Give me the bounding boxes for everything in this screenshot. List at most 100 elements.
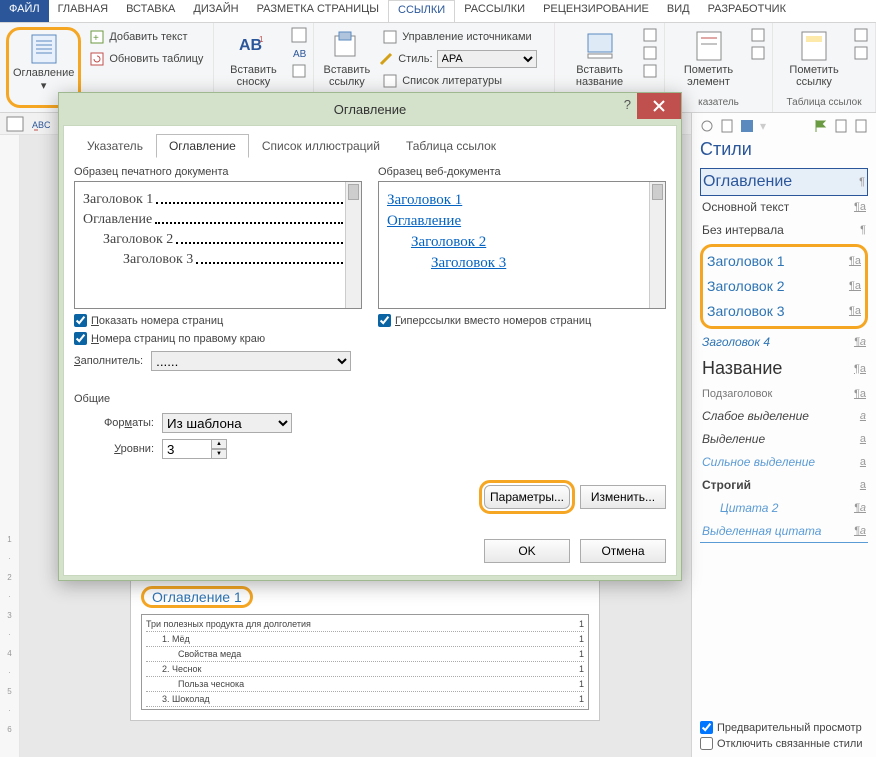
update-index-icon[interactable]: [750, 45, 766, 61]
style-emphasis[interactable]: Выделениеa: [700, 428, 868, 451]
style-h3[interactable]: Заголовок 3¶a: [705, 299, 863, 324]
spin-down[interactable]: ▼: [211, 449, 227, 459]
add-text-icon: +: [89, 29, 105, 45]
mark-entry-label: Пометить элемент: [675, 64, 742, 88]
levels-input[interactable]: [162, 439, 212, 459]
tab-insert[interactable]: ВСТАВКА: [117, 0, 184, 22]
bibliography-button[interactable]: Список литературы: [378, 71, 548, 91]
dlg-tab-figures[interactable]: Список иллюстраций: [249, 134, 393, 158]
options-button[interactable]: Параметры...: [484, 485, 570, 509]
web-preview-box: Заголовок 1ОглавлениеЗаголовок 2Заголово…: [378, 181, 666, 309]
save-icon[interactable]: [740, 119, 754, 133]
chk-linked[interactable]: Отключить связанные стили: [700, 737, 868, 750]
cancel-button[interactable]: Отмена: [580, 539, 666, 563]
ok-button[interactable]: OK: [484, 539, 570, 563]
spellcheck-icon[interactable]: ABC: [32, 116, 50, 132]
update-table-button[interactable]: Обновить таблицу: [85, 49, 207, 69]
chk-show-pages[interactable]: Показать номера страниц: [74, 314, 362, 327]
formats-label: Форматы:: [88, 417, 154, 429]
style-select[interactable]: APA: [437, 50, 537, 68]
dialog-body: Указатель Оглавление Список иллюстраций …: [63, 125, 677, 576]
style-strong[interactable]: Строгийa: [700, 474, 868, 497]
dlg-tab-index[interactable]: Указатель: [74, 134, 156, 158]
svg-text:ABC: ABC: [32, 120, 50, 130]
toc-heading[interactable]: Оглавление 1: [141, 586, 253, 608]
doc2-icon[interactable]: [834, 119, 848, 133]
style-icon: [378, 51, 394, 67]
toc-dialog: Оглавление ? Указатель Оглавление Список…: [58, 92, 682, 581]
page-width-icon[interactable]: [6, 116, 24, 132]
style-subtle-emphasis[interactable]: Слабое выделениеa: [700, 405, 868, 428]
dropdown-arrow-icon: ▾: [41, 79, 47, 92]
dialog-tabs: Указатель Оглавление Список иллюстраций …: [74, 134, 666, 158]
toa-group-label: Таблица ссылок: [779, 97, 869, 108]
tab-references[interactable]: ССЫЛКИ: [388, 0, 455, 22]
footnote-icon: AB1: [237, 30, 269, 62]
caption-icon: [584, 30, 616, 62]
tab-mailings[interactable]: РАССЫЛКИ: [455, 0, 534, 22]
tab-file[interactable]: ФАЙЛ: [0, 0, 49, 22]
dialog-help-button[interactable]: ?: [624, 97, 631, 112]
doc3-icon[interactable]: [854, 119, 868, 133]
mark-entry-button[interactable]: Пометить элемент: [671, 27, 746, 97]
manage-sources-button[interactable]: Управление источниками: [378, 27, 548, 47]
formats-select[interactable]: Из шаблона: [162, 413, 292, 433]
fill-select[interactable]: ......: [151, 351, 351, 371]
insert-tof-icon[interactable]: [642, 27, 658, 43]
levels-spinner[interactable]: ▲▼: [162, 439, 227, 459]
chk-right-align[interactable]: Номера страниц по правому краю: [74, 332, 362, 345]
mark-citation-icon: [798, 30, 830, 62]
dialog-close-button[interactable]: [637, 93, 681, 119]
tab-review[interactable]: РЕЦЕНЗИРОВАНИЕ: [534, 0, 658, 22]
insert-index-icon[interactable]: [750, 27, 766, 43]
modify-button[interactable]: Изменить...: [580, 485, 666, 509]
dlg-tab-authorities[interactable]: Таблица ссылок: [393, 134, 509, 158]
dlg-tab-toc[interactable]: Оглавление: [156, 134, 249, 158]
cross-ref-icon[interactable]: [642, 63, 658, 79]
doc-icon[interactable]: [720, 119, 734, 133]
print-scrollbar[interactable]: [345, 182, 361, 308]
chk-hyperlinks[interactable]: Гиперссылки вместо номеров страниц: [378, 314, 666, 327]
update-label: Обновить таблицу: [109, 53, 203, 65]
tab-developer[interactable]: РАЗРАБОТЧИК: [699, 0, 795, 22]
flag-icon[interactable]: [814, 119, 828, 133]
mark-citation-label: Пометить ссылку: [783, 64, 845, 88]
tab-design[interactable]: ДИЗАЙН: [184, 0, 247, 22]
style-body[interactable]: Основной текст¶a: [700, 196, 868, 219]
manage-sources-label: Управление источниками: [402, 31, 531, 43]
update-toa-icon[interactable]: [853, 45, 869, 61]
web-scrollbar[interactable]: [649, 182, 665, 308]
chk-preview[interactable]: Предварительный просмотр: [700, 721, 868, 734]
style-intense-emphasis[interactable]: Сильное выделениеa: [700, 451, 868, 474]
style-h4[interactable]: Заголовок 4¶a: [700, 331, 868, 354]
group-toa: Пометить ссылку Таблица ссылок: [773, 23, 876, 112]
style-subtitle[interactable]: Подзаголовок¶a: [700, 384, 868, 405]
styles-pane-title: Стили: [700, 139, 868, 160]
add-text-button[interactable]: + Добавить текст: [85, 27, 207, 47]
spin-up[interactable]: ▲: [211, 439, 227, 449]
tab-layout[interactable]: РАЗМЕТКА СТРАНИЦЫ: [248, 0, 388, 22]
next-footnote-icon[interactable]: AB: [291, 45, 307, 61]
dialog-titlebar[interactable]: Оглавление ?: [59, 93, 681, 125]
style-no-spacing[interactable]: Без интервала¶: [700, 219, 868, 242]
fill-label: Заполнитель:: [74, 355, 143, 367]
update-tof-icon[interactable]: [642, 45, 658, 61]
style-toc[interactable]: Оглавление¶: [700, 168, 868, 196]
style-quote2[interactable]: Цитата 2¶a: [700, 497, 868, 520]
style-h2[interactable]: Заголовок 2¶a: [705, 274, 863, 299]
circle-icon[interactable]: [700, 119, 714, 133]
bibliography-icon: [382, 73, 398, 89]
svg-text:1: 1: [259, 35, 264, 44]
show-notes-icon[interactable]: [291, 63, 307, 79]
citation-label: Вставить ссылку: [324, 64, 371, 88]
insert-toa-icon[interactable]: [853, 27, 869, 43]
style-label: Стиль:: [398, 53, 432, 65]
tab-view[interactable]: ВИД: [658, 0, 699, 22]
ribbon-tabs: ФАЙЛ ГЛАВНАЯ ВСТАВКА ДИЗАЙН РАЗМЕТКА СТР…: [0, 0, 876, 23]
style-title[interactable]: Название¶a: [700, 354, 868, 384]
endnote-icon[interactable]: [291, 27, 307, 43]
style-h1[interactable]: Заголовок 1¶a: [705, 249, 863, 274]
tab-home[interactable]: ГЛАВНАЯ: [49, 0, 117, 22]
mark-citation-button[interactable]: Пометить ссылку: [779, 27, 849, 97]
style-intense-quote[interactable]: Выделенная цитата¶a: [700, 520, 868, 543]
